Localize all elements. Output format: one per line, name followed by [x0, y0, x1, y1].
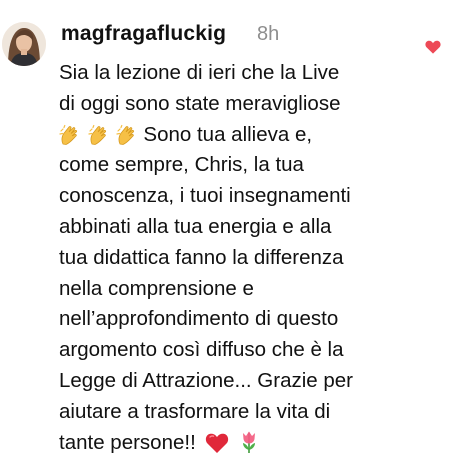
clapping-hands-emoji: [88, 124, 106, 145]
comment-line: conoscenza, i tuoi insegnamenti: [59, 184, 351, 208]
comment-text: Sia la lezione di ieri che la Live di og…: [59, 58, 439, 458]
tulip-emoji: [239, 430, 259, 463]
timestamp: 8h: [257, 23, 280, 45]
comment-line: tua didattica fanno la differenza: [59, 245, 344, 269]
clapping-hands-emoji: [116, 124, 135, 145]
clapping-hands-emoji: [59, 124, 78, 145]
comment-line: Sia la lezione di ieri che la Live: [59, 61, 340, 84]
comment-line-text: Sono tua allieva e,: [143, 122, 313, 146]
avatar-image: [2, 22, 46, 66]
comment-line: come sempre, Chris, la tua: [59, 153, 304, 177]
comment-line: di oggi sono state meravigliose: [59, 91, 341, 115]
heart-icon: [425, 40, 441, 54]
comment-line: nell’approfondimento di questo: [59, 307, 339, 331]
comment-line: nella comprensione e: [59, 276, 254, 300]
comment-line: abbinati alla tua energia e alla: [59, 214, 332, 238]
comment-line: aiutare a trasformare la vita di: [59, 399, 331, 423]
avatar[interactable]: [2, 22, 46, 66]
comment-line-with-emoji: Sono tua allieva e,: [59, 120, 439, 151]
comment-last-line: tante persone!!: [59, 428, 439, 459]
comment-line-text: tante persone!!: [59, 430, 196, 454]
red-heart-emoji: [205, 432, 229, 463]
comment-line: argomento così diffuso che è la: [59, 338, 344, 362]
username[interactable]: magfragafluckig: [61, 22, 226, 46]
comment-line: Legge di Attrazione... Grazie per: [59, 368, 354, 392]
like-button[interactable]: [425, 40, 441, 54]
comment: magfragafluckig 8h Sia la lezione di ier…: [0, 0, 450, 454]
